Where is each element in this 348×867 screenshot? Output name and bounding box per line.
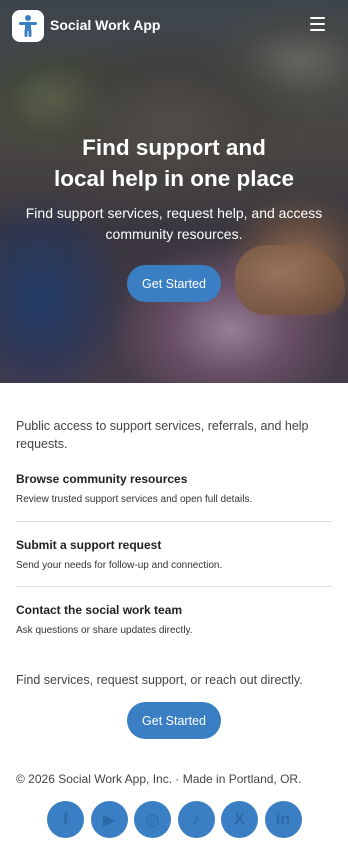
youtube-icon[interactable]: ▶ — [90, 801, 128, 838]
list-item-title: Contact the social work team — [16, 603, 183, 617]
x-icon[interactable]: X — [221, 801, 258, 838]
hero-subtitle: Find support services, request help, and… — [25, 205, 323, 242]
app-logo[interactable] — [12, 10, 44, 42]
intro-text: Public access to support services, refer… — [16, 419, 309, 451]
list-item-title: Submit a support request — [16, 538, 162, 552]
tiktok-icon[interactable]: ♪ — [177, 801, 215, 838]
hamburger-menu-icon[interactable] — [310, 17, 326, 31]
list-item-description: Send your needs for follow-up and connec… — [16, 560, 223, 571]
facebook-icon[interactable]: f — [47, 801, 84, 838]
hero-title: Find support and local help in one place — [0, 132, 348, 194]
divider — [16, 586, 332, 587]
divider — [16, 521, 332, 522]
top-navigation: Social Work App — [0, 0, 348, 52]
app-name[interactable]: Social Work App — [50, 17, 160, 33]
list-item-description: Ask questions or share updates directly. — [16, 625, 193, 636]
list-item-submit-request[interactable]: Submit a support request Send your needs… — [16, 537, 332, 573]
hero-title-line-1: Find support and — [82, 135, 266, 160]
hero-title-line-2: local help in one place — [53, 166, 295, 191]
instagram-icon[interactable]: ◎ — [134, 801, 171, 838]
list-item-title: Browse community resources — [16, 472, 188, 486]
list-item-description: Review trusted support services and open… — [16, 494, 253, 505]
social-links: f ▶ ◎ ♪ X in — [47, 801, 308, 839]
get-started-button[interactable]: Get Started — [127, 702, 221, 739]
linkedin-icon[interactable]: in — [264, 801, 302, 838]
list-item-contact-team[interactable]: Contact the social work team Ask questio… — [16, 602, 332, 638]
list-item-browse-resources[interactable]: Browse community resources Review truste… — [16, 471, 332, 507]
accessibility-person-icon — [19, 15, 37, 37]
hero-section: Social Work App Find support and local h… — [0, 0, 348, 383]
footer-copyright: © 2026 Social Work App, Inc. · Made in P… — [16, 772, 302, 786]
hero-get-started-button[interactable]: Get Started — [127, 265, 221, 302]
cta-text: Find services, request support, or reach… — [16, 673, 303, 687]
